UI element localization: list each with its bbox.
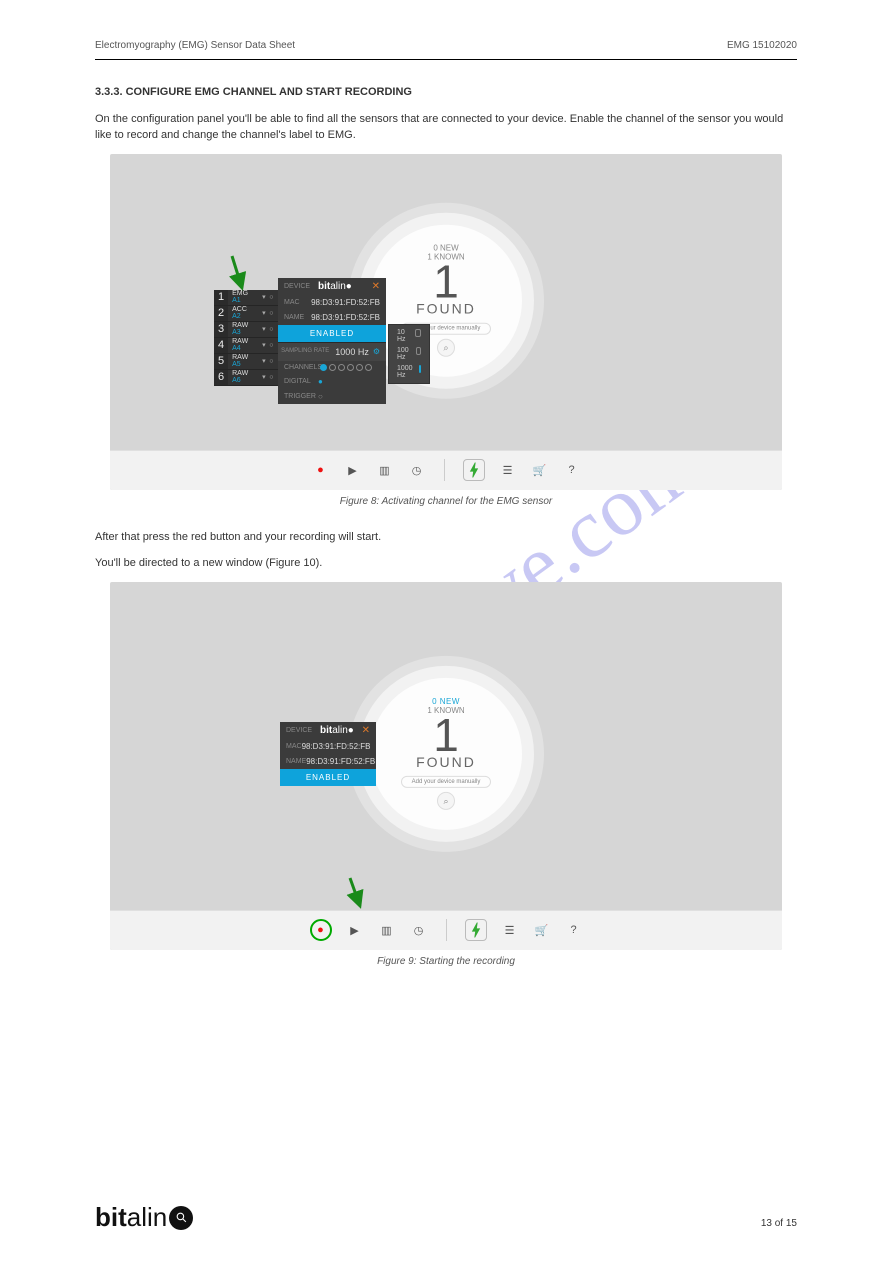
device-panel-compact[interactable]: DEVICEbitalin●✕ MAC98:D3:91:FD:52:FB NAM…: [280, 722, 376, 786]
channel-list[interactable]: 1EMGA1▾○ 2ACCA2▾○ 3RAWA3▾○ 4RAWA4▾○ 5RAW…: [214, 290, 278, 386]
battery-box[interactable]: [463, 459, 485, 481]
para-3: You'll be directed to a new window (Figu…: [95, 555, 797, 572]
arrow-channel: [222, 254, 252, 299]
found-big: 1: [433, 262, 459, 303]
page-header: Electromyography (EMG) Sensor Data Sheet…: [95, 40, 797, 51]
toolbar: ● ▶ ▥ ◷ ☰ 🛒 ?: [110, 910, 782, 950]
rate-submenu[interactable]: 10 Hz 100 Hz 1000 Hz: [388, 324, 430, 384]
new-count-faded: 0 NEW: [433, 244, 458, 253]
chevron-down-icon[interactable]: ▾: [259, 293, 270, 301]
play-button[interactable]: ▶: [346, 921, 364, 939]
search-icon[interactable]: ⌕: [437, 339, 455, 357]
section-title: 3.3.3. CONFIGURE EMG CHANNEL AND START R…: [95, 86, 412, 98]
header-rule: [95, 59, 797, 60]
figure-8: 0 NEW 1 KNOWN 1 FOUND Add your device ma…: [110, 154, 782, 490]
enabled-bar[interactable]: ENABLED: [278, 325, 386, 342]
help-icon[interactable]: ?: [563, 461, 581, 479]
header-right: EMG 15102020: [727, 40, 797, 51]
figure-9-caption: Figure 9: Starting the recording: [95, 956, 797, 967]
close-icon[interactable]: ✕: [372, 281, 380, 292]
rate-100: 100 Hz: [389, 345, 429, 363]
add-device-pill[interactable]: Add your device manually: [401, 776, 492, 788]
footer-logo: bitalin: [95, 1202, 193, 1233]
found-label: FOUND: [416, 754, 476, 770]
page-number: 13 of 15: [761, 1218, 797, 1229]
figure-9: 0 NEW 1 KNOWN 1 FOUND Add your device ma…: [110, 582, 782, 950]
header-left: Electromyography (EMG) Sensor Data Sheet: [95, 40, 295, 51]
play-button[interactable]: ▶: [344, 461, 362, 479]
search-icon[interactable]: ⌕: [437, 792, 455, 810]
chevron-down-icon[interactable]: ▾: [259, 357, 270, 365]
chevron-down-icon[interactable]: ▾: [259, 309, 270, 317]
para-1: On the configuration panel you'll be abl…: [95, 111, 797, 144]
page: Electromyography (EMG) Sensor Data Sheet…: [0, 0, 892, 1263]
toolbar: ● ▶ ▥ ◷ ☰ 🛒 ?: [110, 450, 782, 490]
chevron-down-icon[interactable]: ▾: [259, 341, 270, 349]
found-label: FOUND: [416, 301, 476, 317]
figure-8-caption: Figure 8: Activating channel for the EMG…: [95, 496, 797, 507]
new-count: 0 NEW: [432, 697, 460, 706]
schedule-icon[interactable]: ◷: [408, 461, 426, 479]
settings-icon[interactable]: ☰: [499, 461, 517, 479]
device-name: 98:D3:91:FD:52:FB: [311, 313, 380, 322]
battery-box[interactable]: [465, 919, 487, 941]
settings-icon[interactable]: ☰: [501, 921, 519, 939]
device-panel: DEVICEbitalin●✕ MAC98:D3:91:FD:52:FB NAM…: [278, 278, 386, 404]
para-2: After that press the red button and your…: [95, 529, 797, 546]
record-button[interactable]: ●: [312, 461, 330, 479]
help-icon[interactable]: ?: [565, 921, 583, 939]
rate-10: 10 Hz: [389, 327, 429, 345]
found-big: 1: [433, 715, 459, 756]
record-button-highlight[interactable]: ●: [310, 919, 332, 941]
chart-icon[interactable]: ▥: [376, 461, 394, 479]
chevron-down-icon[interactable]: ▾: [259, 325, 270, 333]
cart-icon[interactable]: 🛒: [531, 461, 549, 479]
chart-icon[interactable]: ▥: [378, 921, 396, 939]
bitalino-logo: bitalin●: [318, 281, 352, 292]
device-mac: 98:D3:91:FD:52:FB: [311, 298, 380, 307]
cart-icon[interactable]: 🛒: [533, 921, 551, 939]
sampling-rate-row[interactable]: SAMPLING RATE 1000 Hz ⚙: [278, 342, 386, 361]
rate-1000: 1000 Hz: [389, 363, 429, 381]
chevron-down-icon[interactable]: ▾: [259, 373, 270, 381]
schedule-icon[interactable]: ◷: [410, 921, 428, 939]
close-icon[interactable]: ✕: [362, 725, 370, 736]
found-circle: 0 NEW 1 KNOWN 1 FOUND Add your device ma…: [370, 677, 522, 829]
